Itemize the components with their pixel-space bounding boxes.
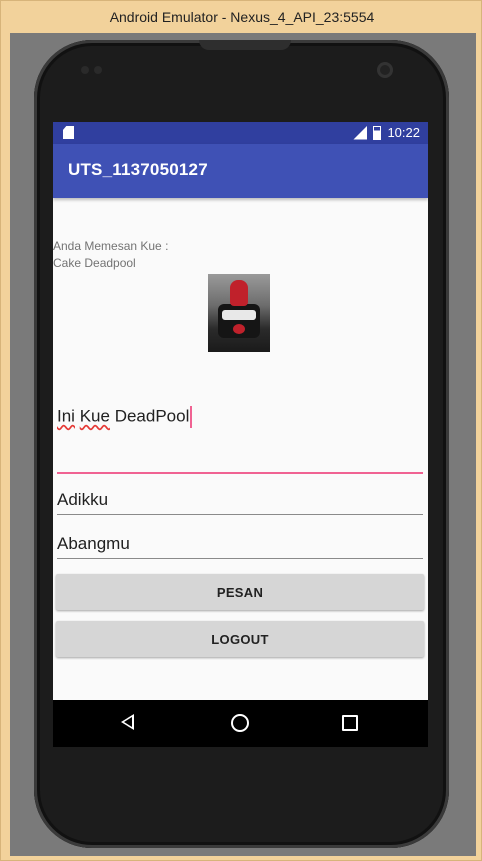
navigation-bar — [53, 700, 428, 747]
network-type: 4G — [347, 123, 357, 131]
signal-icon: 4G — [353, 125, 368, 140]
cake-body — [218, 304, 260, 338]
clock: 10:22 — [387, 125, 420, 140]
note-input[interactable]: Ini Kue DeadPool — [57, 404, 423, 474]
sensor-dot — [81, 66, 89, 74]
note-word: Kue — [79, 406, 110, 426]
phone-screen: 4G 10:22 UTS_1137050127 Anda Memesan Kue… — [53, 122, 428, 747]
order-label-line1: Anda Memesan Kue : — [53, 239, 169, 253]
text-caret — [190, 406, 193, 428]
cake-image — [208, 274, 270, 352]
order-cake-name: Cake Deadpool — [53, 256, 136, 270]
cake-figure — [230, 280, 248, 306]
order-button[interactable]: PESAN — [56, 574, 424, 610]
status-right: 4G 10:22 — [353, 125, 420, 140]
logout-button[interactable]: LOGOUT — [56, 621, 424, 657]
cake-decoration — [233, 324, 245, 334]
input-field-3-text: Abangmu — [57, 534, 130, 553]
note-word: Ini — [57, 406, 75, 426]
cake-decoration — [222, 310, 256, 320]
input-field-3[interactable]: Abangmu — [57, 532, 423, 559]
sensor-dot — [94, 66, 102, 74]
note-input-text: Ini Kue DeadPool — [57, 406, 193, 428]
sim-card-icon — [63, 126, 74, 139]
home-nav-icon[interactable] — [231, 714, 249, 732]
front-camera — [377, 62, 393, 78]
speaker-grille — [199, 40, 291, 50]
window-title: Android Emulator - Nexus_4_API_23:5554 — [109, 9, 375, 25]
app-title: UTS_1137050127 — [68, 160, 208, 179]
order-label: Anda Memesan Kue : Cake Deadpool — [53, 238, 168, 272]
app-bar: UTS_1137050127 — [53, 144, 428, 198]
status-bar: 4G 10:22 — [53, 122, 428, 144]
back-nav-icon-inner — [124, 717, 132, 727]
input-field-2-text: Adikku — [57, 490, 109, 509]
battery-icon — [373, 125, 382, 140]
note-word: DeadPool — [114, 406, 190, 426]
recents-nav-icon[interactable] — [342, 715, 358, 731]
input-field-2[interactable]: Adikku — [57, 488, 423, 515]
